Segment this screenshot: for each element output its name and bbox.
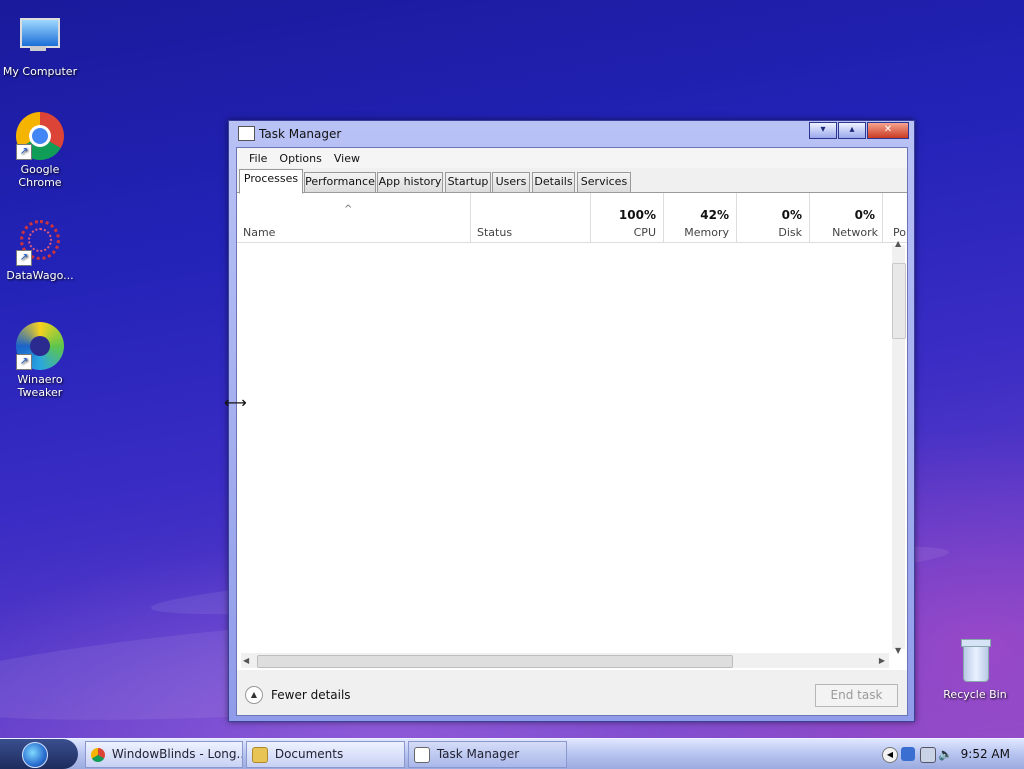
desktop-icon-label: My Computer bbox=[2, 65, 78, 78]
scroll-right-arrow-icon[interactable]: ▶ bbox=[879, 656, 885, 665]
window-title: Task Manager bbox=[259, 127, 342, 141]
end-task-button[interactable]: End task bbox=[815, 684, 898, 707]
column-header-power[interactable]: Po bbox=[883, 193, 907, 242]
task-manager-icon bbox=[238, 126, 255, 141]
memory-percent: 42% bbox=[700, 208, 729, 222]
windows-orb-icon bbox=[22, 742, 48, 768]
task-manager-window[interactable]: Task Manager ▾ ▴ ✕ File Options View Pro… bbox=[228, 120, 915, 722]
taskbar-item-label: Task Manager bbox=[436, 747, 520, 761]
desktop-icon-winaero-tweaker[interactable]: ↗ Winaero Tweaker bbox=[0, 322, 80, 399]
column-header-cpu[interactable]: 100% CPU bbox=[591, 193, 664, 242]
tab-app-history[interactable]: App history bbox=[377, 172, 443, 193]
vertical-scrollbar[interactable]: ▲ ▼ bbox=[892, 239, 906, 655]
maximize-button[interactable]: ▴ bbox=[838, 122, 866, 139]
taskbar-item-label: WindowBlinds - Long... bbox=[111, 747, 243, 761]
column-label: Status bbox=[477, 226, 513, 239]
computer-icon bbox=[16, 14, 64, 62]
tab-users[interactable]: Users bbox=[492, 172, 530, 193]
column-label: Po bbox=[893, 226, 906, 239]
security-shield-icon[interactable] bbox=[901, 747, 915, 761]
resize-cursor-icon: ⟷ bbox=[224, 393, 247, 412]
window-footer: ▲ Fewer details End task bbox=[237, 670, 907, 715]
close-button[interactable]: ✕ bbox=[867, 122, 909, 139]
taskbar-item-task-manager[interactable]: Task Manager bbox=[408, 741, 567, 768]
desktop-icon-label: Winaero Tweaker bbox=[17, 373, 63, 399]
column-label: Name bbox=[243, 226, 276, 239]
desktop-icon-recycle-bin[interactable]: Recycle Bin bbox=[935, 637, 1015, 701]
sort-up-icon: ^ bbox=[344, 204, 353, 215]
scroll-down-arrow-icon[interactable]: ▼ bbox=[895, 646, 901, 655]
tab-startup[interactable]: Startup bbox=[445, 172, 491, 193]
taskbar: WindowBlinds - Long... Documents Task Ma… bbox=[0, 738, 1024, 769]
menu-options[interactable]: Options bbox=[273, 152, 327, 165]
desktop-icon-google-chrome[interactable]: ↗ Google Chrome bbox=[0, 112, 80, 189]
task-manager-icon bbox=[414, 746, 430, 763]
recycle-bin-icon bbox=[951, 637, 999, 685]
horizontal-scrollbar[interactable]: ◀ ▶ bbox=[241, 653, 889, 668]
chrome-icon: ↗ bbox=[16, 112, 64, 160]
window-client-area: File Options View Processes Performance … bbox=[236, 147, 908, 716]
cpu-percent: 100% bbox=[618, 208, 656, 222]
system-tray: ◀ 🔈 9:52 AM bbox=[876, 739, 1024, 769]
column-header-network[interactable]: 0% Network bbox=[810, 193, 883, 242]
shortcut-arrow-icon: ↗ bbox=[16, 354, 32, 370]
desktop-icon-label: Google Chrome bbox=[18, 163, 62, 189]
scroll-left-arrow-icon[interactable]: ◀ bbox=[243, 656, 249, 665]
scroll-up-arrow-icon[interactable]: ▲ bbox=[895, 239, 901, 248]
column-header-status[interactable]: Status bbox=[471, 193, 591, 242]
chrome-icon bbox=[91, 747, 105, 762]
show-hidden-icons-arrow-icon[interactable]: ◀ bbox=[882, 747, 898, 763]
column-header-memory[interactable]: 42% Memory bbox=[664, 193, 737, 242]
volume-icon[interactable]: 🔈 bbox=[938, 747, 953, 761]
shortcut-arrow-icon: ↗ bbox=[16, 144, 32, 160]
horizontal-scroll-thumb[interactable] bbox=[257, 655, 733, 668]
tab-performance[interactable]: Performance bbox=[304, 172, 376, 193]
network-percent: 0% bbox=[854, 208, 875, 222]
clock[interactable]: 9:52 AM bbox=[961, 747, 1010, 761]
chevron-up-icon: ▲ bbox=[245, 686, 263, 704]
menu-view[interactable]: View bbox=[328, 152, 366, 165]
desktop-icon-label: Recycle Bin bbox=[943, 688, 1007, 701]
tab-processes[interactable]: Processes bbox=[239, 169, 303, 194]
tab-services[interactable]: Services bbox=[577, 172, 631, 193]
column-header-disk[interactable]: 0% Disk bbox=[737, 193, 810, 242]
taskbar-item-windowblinds[interactable]: WindowBlinds - Long... bbox=[85, 741, 243, 768]
column-label: Disk bbox=[778, 226, 802, 239]
header-divider bbox=[237, 242, 907, 243]
fewer-details-label: Fewer details bbox=[271, 688, 351, 702]
disk-percent: 0% bbox=[781, 208, 802, 222]
desktop-icon-label: DataWago... bbox=[6, 269, 74, 282]
folder-icon bbox=[252, 746, 268, 763]
column-label: Network bbox=[832, 226, 878, 239]
column-header-name[interactable]: ^ Name bbox=[237, 193, 471, 242]
column-label: CPU bbox=[633, 226, 656, 239]
start-button[interactable] bbox=[0, 739, 78, 769]
shortcut-arrow-icon: ↗ bbox=[16, 250, 32, 266]
datawago-icon: ↗ bbox=[16, 218, 64, 266]
taskbar-item-label: Documents bbox=[274, 747, 344, 761]
winaero-tweaker-icon: ↗ bbox=[16, 322, 64, 370]
tab-details[interactable]: Details bbox=[532, 172, 575, 193]
processes-panel: ^ Name Status 100% CPU 42% Memory 0% Dis… bbox=[237, 192, 907, 671]
desktop-icon-my-computer[interactable]: My Computer bbox=[0, 14, 80, 78]
menu-bar: File Options View bbox=[237, 148, 907, 168]
fewer-details-button[interactable]: ▲ Fewer details bbox=[245, 686, 351, 704]
menu-file[interactable]: File bbox=[243, 152, 273, 165]
window-titlebar[interactable]: Task Manager ▾ ▴ ✕ bbox=[229, 121, 914, 147]
tab-strip: Processes Performance App history Startu… bbox=[237, 168, 907, 194]
vertical-scroll-thumb[interactable] bbox=[892, 263, 906, 339]
network-icon[interactable] bbox=[920, 747, 936, 763]
desktop-icon-datawago[interactable]: ↗ DataWago... bbox=[0, 218, 80, 282]
taskbar-item-documents[interactable]: Documents bbox=[246, 741, 405, 768]
minimize-button[interactable]: ▾ bbox=[809, 122, 837, 139]
column-label: Memory bbox=[684, 226, 729, 239]
